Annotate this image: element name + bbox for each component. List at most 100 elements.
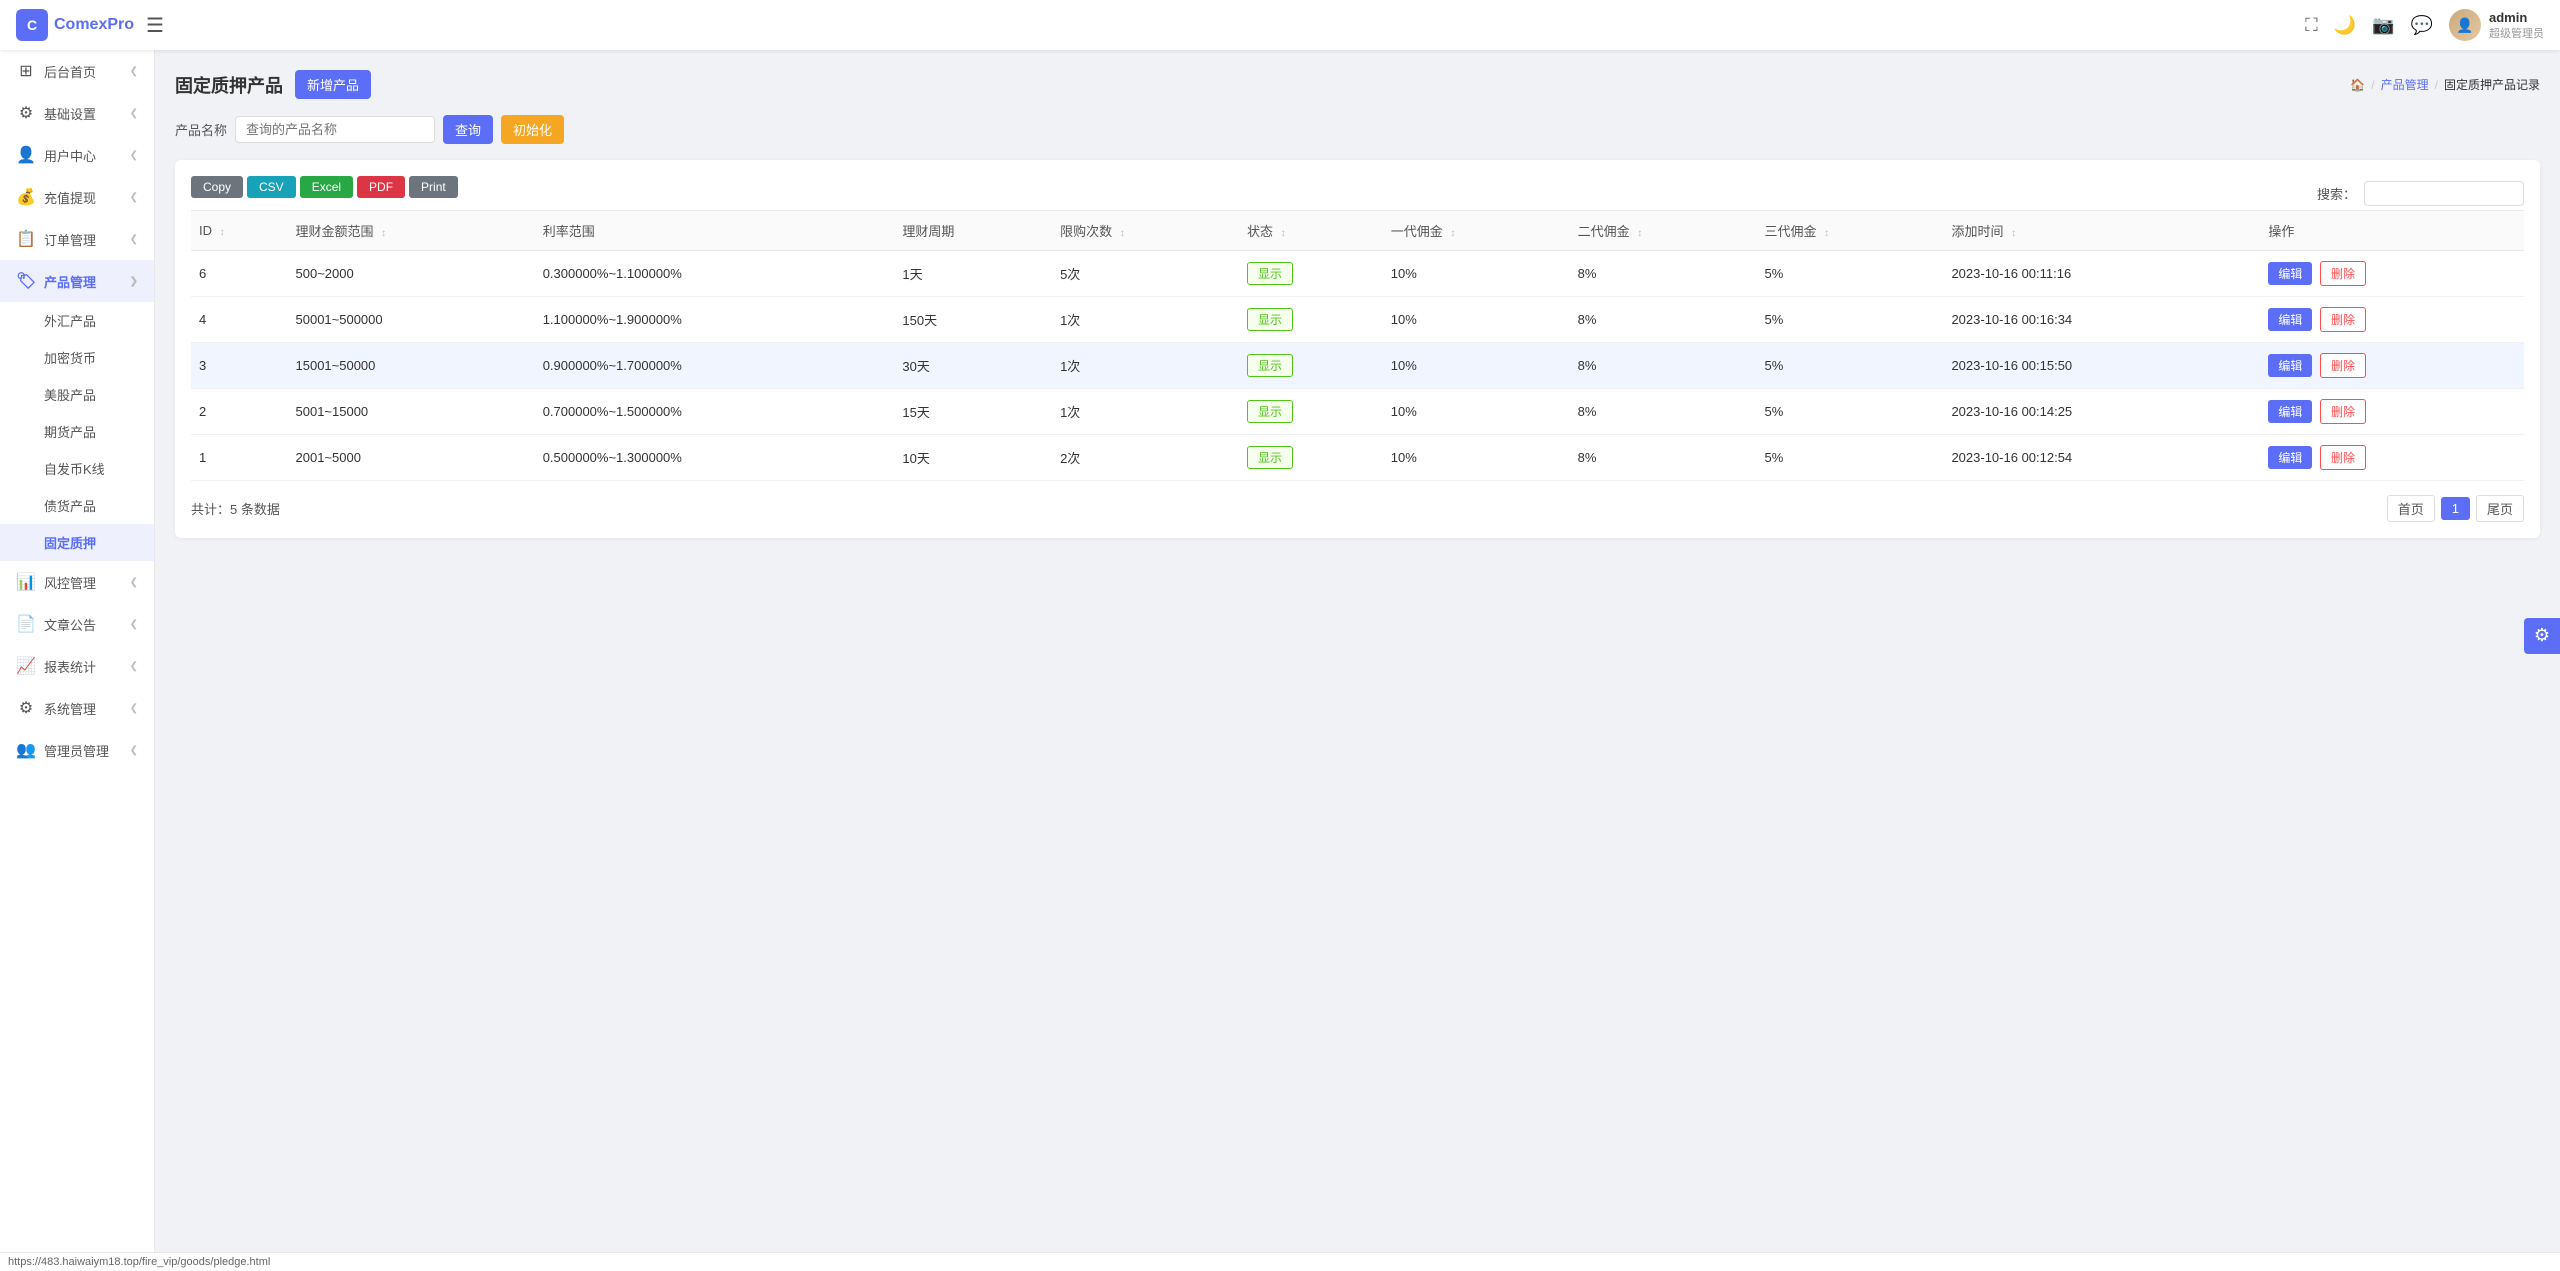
sidebar-item-futures[interactable]: 期货产品 bbox=[0, 413, 154, 450]
search-input[interactable] bbox=[235, 116, 435, 143]
breadcrumb-product-mgmt[interactable]: 产品管理 bbox=[2381, 76, 2429, 93]
edit-button-2[interactable]: 编辑 bbox=[2268, 400, 2312, 423]
search-right-label: 搜索： bbox=[2317, 184, 2356, 203]
report-icon: 📈 bbox=[16, 656, 36, 676]
sidebar-item-crypto[interactable]: 加密货币 bbox=[0, 339, 154, 376]
col-limit[interactable]: 限购次数 ↕ bbox=[1052, 211, 1239, 251]
fullscreen-icon[interactable]: ⛶ bbox=[2305, 15, 2318, 36]
copy-button[interactable]: Copy bbox=[191, 176, 243, 198]
layout: ⊞ 后台首页 ❮ ⚙ 基础设置 ❮ 👤 用户中心 ❮ 💰 充值提现 ❮ bbox=[0, 50, 2560, 1252]
dark-mode-icon[interactable]: 🌙 bbox=[2334, 15, 2356, 36]
sidebar-label-recharge: 充值提现 bbox=[44, 188, 96, 207]
camera-icon[interactable]: 📷 bbox=[2372, 15, 2394, 36]
header-right: ⛶ 🌙 📷 💬 👤 admin 超级管理员 bbox=[2305, 9, 2544, 41]
header-left: C ComexPro ☰ bbox=[16, 9, 164, 41]
cell-action: 编辑 删除 bbox=[2260, 389, 2524, 435]
cell-id: 3 bbox=[191, 343, 288, 389]
cell-status: 显示 bbox=[1239, 251, 1383, 297]
sidebar-item-reports[interactable]: 📈 报表统计 ❮ bbox=[0, 645, 154, 687]
sidebar-item-risk-mgmt[interactable]: 📊 风控管理 ❮ bbox=[0, 561, 154, 603]
home-icon[interactable]: 🏠 bbox=[2350, 78, 2365, 92]
delete-button-4[interactable]: 删除 bbox=[2320, 307, 2366, 332]
reset-button[interactable]: 初始化 bbox=[501, 115, 564, 144]
page-header: 固定质押产品 新增产品 🏠 / 产品管理 / 固定质押产品记录 bbox=[175, 70, 2540, 99]
edit-button-3[interactable]: 编辑 bbox=[2268, 354, 2312, 377]
delete-button-6[interactable]: 删除 bbox=[2320, 261, 2366, 286]
cell-rate-range: 0.500000%~1.300000% bbox=[535, 435, 895, 481]
table-search-input[interactable] bbox=[2364, 181, 2524, 206]
col-commission1[interactable]: 一代佣金 ↕ bbox=[1383, 211, 1570, 251]
delete-button-3[interactable]: 删除 bbox=[2320, 353, 2366, 378]
col-commission3[interactable]: 三代佣金 ↕ bbox=[1757, 211, 1944, 251]
col-rate-range[interactable]: 利率范围 bbox=[535, 211, 895, 251]
cell-commission2: 8% bbox=[1570, 435, 1757, 481]
cell-limit: 1次 bbox=[1052, 343, 1239, 389]
arrow-recharge: ❮ bbox=[130, 192, 138, 203]
new-product-button[interactable]: 新增产品 bbox=[295, 70, 371, 99]
csv-button[interactable]: CSV bbox=[247, 176, 296, 198]
edit-button-1[interactable]: 编辑 bbox=[2268, 446, 2312, 469]
col-commission2[interactable]: 二代佣金 ↕ bbox=[1570, 211, 1757, 251]
cell-commission1: 10% bbox=[1383, 343, 1570, 389]
menu-toggle-icon[interactable]: ☰ bbox=[146, 13, 164, 38]
sidebar-item-us-stock[interactable]: 美股产品 bbox=[0, 376, 154, 413]
last-page-button[interactable]: 尾页 bbox=[2476, 495, 2524, 522]
risk-icon: 📊 bbox=[16, 572, 36, 592]
first-page-button[interactable]: 首页 bbox=[2387, 495, 2435, 522]
user-info[interactable]: 👤 admin 超级管理员 bbox=[2449, 9, 2544, 41]
col-add-time[interactable]: 添加时间 ↕ bbox=[1943, 211, 2260, 251]
recharge-icon: 💰 bbox=[16, 187, 36, 207]
sidebar-item-fixed-pledge[interactable]: 固定质押 bbox=[0, 524, 154, 561]
pdf-button[interactable]: PDF bbox=[357, 176, 405, 198]
cell-period: 1天 bbox=[894, 251, 1052, 297]
cell-add-time: 2023-10-16 00:12:54 bbox=[1943, 435, 2260, 481]
sidebar-item-dashboard[interactable]: ⊞ 后台首页 ❮ bbox=[0, 50, 154, 92]
sidebar-label-bonds: 债货产品 bbox=[44, 496, 96, 515]
table-row: 1 2001~5000 0.500000%~1.300000% 10天 2次 显… bbox=[191, 435, 2524, 481]
system-icon: ⚙ bbox=[16, 698, 36, 718]
cell-commission1: 10% bbox=[1383, 389, 1570, 435]
edit-button-4[interactable]: 编辑 bbox=[2268, 308, 2312, 331]
user-icon: 👤 bbox=[16, 145, 36, 165]
search-bar: 产品名称 查询 初始化 bbox=[175, 115, 2540, 144]
sidebar-label-user-center: 用户中心 bbox=[44, 146, 96, 165]
sidebar-item-articles[interactable]: 📄 文章公告 ❮ bbox=[0, 603, 154, 645]
order-icon: 📋 bbox=[16, 229, 36, 249]
query-button[interactable]: 查询 bbox=[443, 115, 493, 144]
sidebar-label-reports: 报表统计 bbox=[44, 657, 96, 676]
arrow-admin-mgmt: ❮ bbox=[130, 745, 138, 756]
sidebar-item-recharge[interactable]: 💰 充值提现 ❮ bbox=[0, 176, 154, 218]
sidebar-label-order-mgmt: 订单管理 bbox=[44, 230, 96, 249]
sidebar-item-digital-kline[interactable]: 自发币K线 bbox=[0, 450, 154, 487]
avatar: 👤 bbox=[2449, 9, 2481, 41]
edit-button-6[interactable]: 编辑 bbox=[2268, 262, 2312, 285]
col-amount-range[interactable]: 理财金额范围 ↕ bbox=[288, 211, 535, 251]
message-icon[interactable]: 💬 bbox=[2411, 15, 2433, 36]
sidebar-item-admin-mgmt[interactable]: 👥 管理员管理 ❮ bbox=[0, 729, 154, 771]
excel-button[interactable]: Excel bbox=[300, 176, 353, 198]
cell-commission1: 10% bbox=[1383, 435, 1570, 481]
sidebar-item-bonds[interactable]: 债货产品 bbox=[0, 487, 154, 524]
sidebar-item-product-mgmt[interactable]: 🏷 产品管理 ❯ bbox=[0, 260, 154, 302]
delete-button-1[interactable]: 删除 bbox=[2320, 445, 2366, 470]
page-1-button[interactable]: 1 bbox=[2441, 497, 2470, 520]
cell-commission3: 5% bbox=[1757, 251, 1944, 297]
table-footer: 共计：5 条数据 首页 1 尾页 bbox=[191, 495, 2524, 522]
sidebar-item-order-mgmt[interactable]: 📋 订单管理 ❮ bbox=[0, 218, 154, 260]
col-id[interactable]: ID ↕ bbox=[191, 211, 288, 251]
breadcrumb-current: 固定质押产品记录 bbox=[2444, 76, 2540, 93]
sidebar-item-basic-settings[interactable]: ⚙ 基础设置 ❮ bbox=[0, 92, 154, 134]
sidebar-label-digital-kline: 自发币K线 bbox=[44, 459, 105, 478]
sidebar-item-user-center[interactable]: 👤 用户中心 ❮ bbox=[0, 134, 154, 176]
col-status[interactable]: 状态 ↕ bbox=[1239, 211, 1383, 251]
settings-icon: ⚙ bbox=[16, 103, 36, 123]
print-button[interactable]: Print bbox=[409, 176, 458, 198]
sidebar-item-foreign-product[interactable]: 外汇产品 bbox=[0, 302, 154, 339]
settings-fab[interactable]: ⚙ bbox=[2524, 618, 2560, 654]
dashboard-icon: ⊞ bbox=[16, 61, 36, 81]
delete-button-2[interactable]: 删除 bbox=[2320, 399, 2366, 424]
user-role: 超级管理员 bbox=[2489, 25, 2544, 41]
table-row: 2 5001~15000 0.700000%~1.500000% 15天 1次 … bbox=[191, 389, 2524, 435]
col-period[interactable]: 理财周期 bbox=[894, 211, 1052, 251]
sidebar-item-system[interactable]: ⚙ 系统管理 ❮ bbox=[0, 687, 154, 729]
